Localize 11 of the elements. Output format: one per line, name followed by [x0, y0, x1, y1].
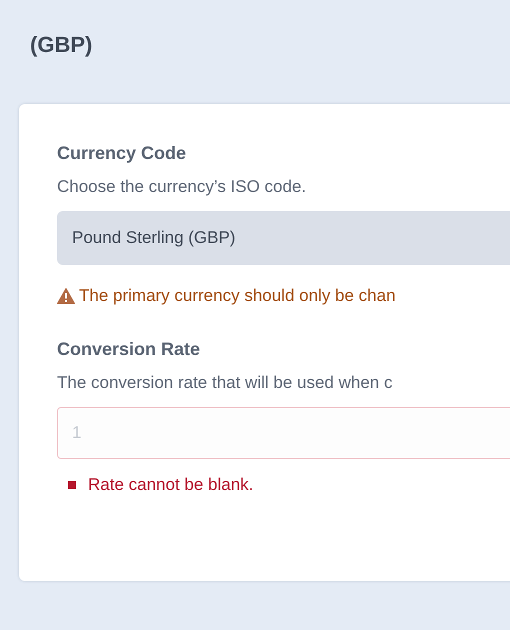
field-label: Currency Code [57, 142, 186, 165]
currency-select[interactable]: Pound Sterling (GBP) [57, 211, 510, 265]
bullet-icon [68, 481, 76, 489]
error-message: Rate cannot be blank. [88, 474, 254, 496]
warning-message: The primary currency should only be chan [79, 285, 396, 307]
warning-icon [57, 288, 75, 304]
field-description: Choose the currency’s ISO code. [57, 176, 306, 198]
page-title: (GBP) [29, 31, 94, 59]
rate-input-field[interactable]: 1 [57, 407, 510, 459]
field-description: The conversion rate that will be used when c [57, 372, 392, 394]
field-label: Conversion Rate [57, 338, 200, 361]
